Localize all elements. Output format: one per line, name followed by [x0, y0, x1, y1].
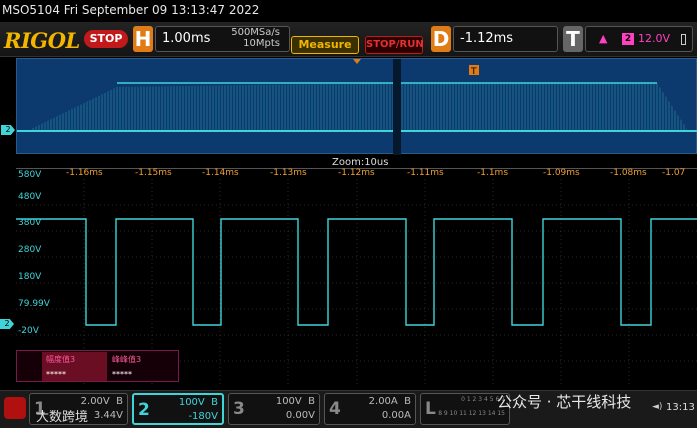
channel-4-offset: 0.00A — [381, 410, 411, 421]
trigger-source-badge: 2 — [622, 33, 634, 45]
watermark-right: 公众号 · 芯干线科技 — [497, 393, 632, 411]
overview-svg: T — [17, 59, 697, 155]
volume-icon[interactable]: ◄) — [652, 402, 662, 412]
x-label-6: -1.1ms — [477, 168, 509, 178]
horizontal-button[interactable]: H — [133, 26, 153, 52]
y-label-2: 380V — [18, 218, 42, 228]
channel-2-number: 2 — [138, 400, 150, 420]
channel-3-scale: 100V B — [275, 396, 315, 407]
zoom-window — [393, 59, 401, 155]
trigger-level-bar-icon — [681, 34, 686, 45]
watermark-logo-icon — [4, 397, 26, 419]
trigger-level: 12.0V — [638, 32, 671, 45]
stop-button[interactable]: STOP — [84, 30, 128, 48]
measure-button[interactable]: Measure — [291, 36, 359, 54]
measurement-peak-to-peak-value: ***** — [112, 370, 132, 379]
timebase-value: 1.00ms — [162, 31, 211, 46]
trigger-marker-label: T — [470, 67, 477, 77]
toolbar: RIGOL STOP H 1.00ms 500MSa/s 10Mpts Meas… — [0, 22, 697, 57]
y-label-3: 280V — [18, 245, 42, 255]
x-label-2: -1.14ms — [202, 168, 239, 178]
measurement-peak-to-peak-label: 峰峰值3 — [112, 355, 142, 364]
trigger-button[interactable]: T — [563, 26, 583, 52]
logic-channels-row2: 8 9 10 11 12 13 14 15 — [438, 410, 505, 417]
logic-analyzer-label: L — [425, 399, 436, 419]
channel-4-button[interactable]: 4 2.00A B 0.00A — [324, 393, 416, 425]
y-label-5: 79.99V — [18, 299, 50, 309]
measurement-peak-to-peak[interactable]: 峰峰值3 ***** — [108, 352, 178, 381]
window-title: MSO5104 Fri September 09 13:13:47 2022 — [0, 0, 697, 22]
rising-edge-icon: ▲ — [599, 32, 608, 45]
x-label-1: -1.15ms — [135, 168, 172, 178]
measurement-amplitude-value: ***** — [46, 370, 66, 379]
clock: 13:13 — [666, 402, 695, 413]
measurement-panel: 幅度值3 ***** 峰峰值3 ***** — [16, 350, 179, 382]
x-label-9: -1.07 — [662, 168, 686, 178]
x-label-4: -1.12ms — [338, 168, 375, 178]
delay-button[interactable]: D — [431, 26, 451, 52]
x-label-8: -1.08ms — [610, 168, 647, 178]
x-label-3: -1.13ms — [270, 168, 307, 178]
measurement-amplitude-label: 幅度值3 — [46, 355, 76, 364]
x-label-5: -1.11ms — [407, 168, 444, 178]
y-label-6: -20V — [18, 326, 39, 336]
y-label-0: 580V — [18, 170, 42, 180]
memory-depth-value: 10Mpts — [243, 38, 280, 49]
measurement-amplitude[interactable]: 幅度值3 ***** — [42, 352, 107, 381]
channel-4-number: 4 — [329, 399, 341, 419]
stop-run-button[interactable]: STOP/RUN — [365, 36, 424, 54]
channel-2-offset: -180V — [188, 411, 218, 422]
channel-1-offset: 3.44V — [93, 410, 123, 421]
rigol-logo: RIGOL — [4, 28, 80, 53]
delay-value: -1.12ms — [460, 31, 514, 46]
x-label-0: -1.16ms — [66, 168, 103, 178]
sample-rate-value: 500MSa/s — [231, 27, 280, 38]
x-label-7: -1.09ms — [543, 168, 580, 178]
sample-rate: 500MSa/s 10Mpts — [218, 27, 280, 49]
channel-3-button[interactable]: 3 100V B 0.00V — [228, 393, 320, 425]
channel-3-offset: 0.00V — [285, 410, 315, 421]
channel-bar: 1 2.00V B 3.44V 2 100V B -180V 3 100V B … — [0, 390, 697, 428]
watermark-left: 大数跨境 — [36, 410, 89, 425]
channel-2-button[interactable]: 2 100V B -180V — [132, 393, 224, 425]
channel-2-scale: 100V B — [178, 397, 218, 408]
y-label-1: 480V — [18, 192, 42, 202]
waveform-overview[interactable]: T 2 — [1, 58, 697, 155]
delay-display[interactable]: -1.12ms — [453, 26, 558, 52]
zoom-label: Zoom:10us — [332, 157, 389, 168]
overview-ch2-marker[interactable]: 2 — [1, 125, 15, 135]
trigger-position-marker — [353, 59, 361, 64]
ch2-ground-marker[interactable]: 2 — [0, 319, 14, 329]
overview-burst — [31, 83, 687, 131]
channel-3-number: 3 — [233, 399, 245, 419]
trigger-panel[interactable]: ▲ 2 12.0V — [585, 26, 693, 52]
y-label-4: 180V — [18, 272, 42, 282]
channel-4-scale: 2.00A B — [368, 396, 411, 407]
